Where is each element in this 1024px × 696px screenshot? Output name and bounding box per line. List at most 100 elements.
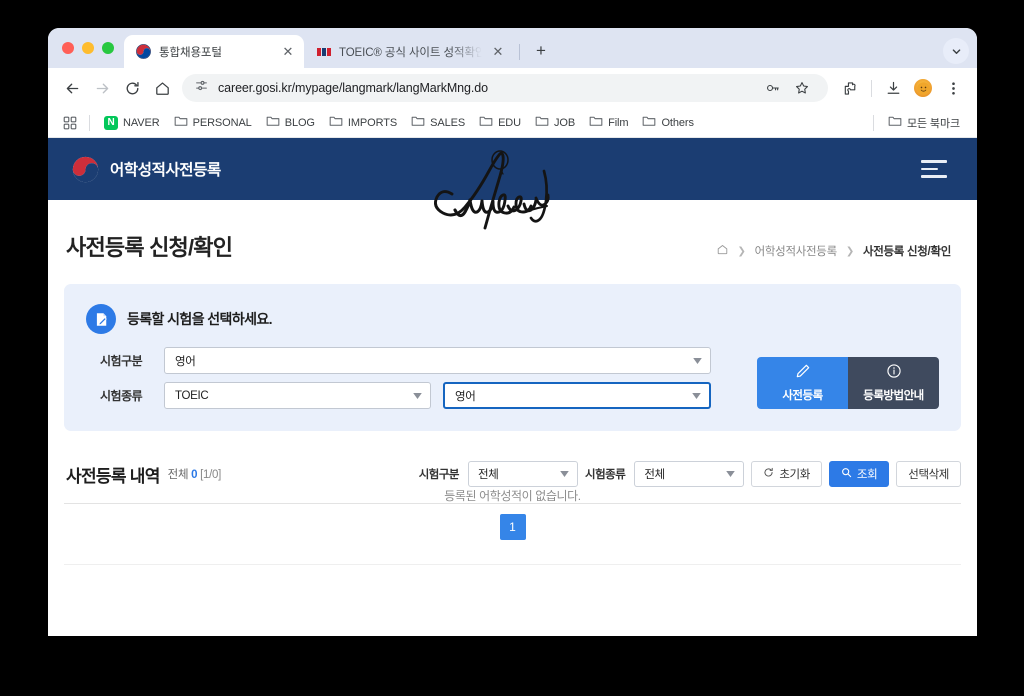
tab-divider — [519, 44, 520, 60]
registration-guide-button[interactable]: 등록방법안내 — [848, 357, 939, 409]
filter-exam-category-select[interactable]: 전체 — [468, 461, 579, 487]
bookmark-label: IMPORTS — [347, 116, 398, 129]
page-settings-icon[interactable] — [194, 78, 209, 98]
address-bar[interactable]: career.gosi.kr/mypage/langmark/langMarkM… — [182, 74, 828, 102]
filter-exam-category-value: 전체 — [478, 469, 499, 481]
all-bookmarks-label: 모든 북마크 — [906, 117, 960, 130]
bookmark-label: JOB — [554, 116, 576, 129]
filter-exam-type-select[interactable]: 전체 — [634, 461, 745, 487]
list-header: 사전등록 내역 전체 0 [1/0] 시험구분 전체 시험종류 전체 초기화 조… — [48, 431, 977, 487]
bookmark-others[interactable]: Others — [636, 112, 699, 133]
download-icon[interactable] — [879, 74, 907, 102]
folder-icon — [479, 115, 493, 130]
tab-strip: 통합채용포털 ✕ TOEIC® 공식 사이트 성적확인 성적 ✕ + — [48, 28, 977, 68]
bookmark-blog[interactable]: BLOG — [260, 112, 321, 133]
bookmark-label: Others — [661, 116, 694, 129]
page-title: 사전등록 신청/확인 — [66, 235, 233, 260]
bookmarks-divider-right — [872, 114, 874, 131]
puzzle-piece-icon[interactable] — [836, 74, 864, 102]
bookmark-label: SALES — [430, 116, 466, 129]
filter-exam-type: 시험종류 전체 — [585, 461, 745, 487]
three-dot-menu-icon[interactable] — [939, 74, 967, 102]
bookmark-sales[interactable]: SALES — [405, 112, 471, 133]
folder-icon — [589, 115, 603, 130]
reload-icon[interactable] — [118, 74, 146, 102]
search-button[interactable]: 조회 — [828, 461, 890, 487]
maximize-window-button[interactable] — [102, 42, 114, 54]
all-bookmarks-button[interactable]: 모든 북마크 — [882, 112, 966, 134]
exam-type-select[interactable]: TOEIC — [164, 382, 431, 409]
chevron-down-icon — [717, 471, 743, 477]
home-icon[interactable] — [716, 243, 729, 259]
bookmarks-bar: N NAVER PERSONAL BLOG IMPORTS SALES EDU … — [48, 108, 977, 138]
site-logo-text: 어학성적사전등록 — [110, 162, 221, 179]
chevron-down-icon — [551, 471, 577, 477]
browser-tab-2-title: TOEIC® 공식 사이트 성적확인 성적 — [339, 46, 482, 59]
address-bar-url: career.gosi.kr/mypage/langmark/langMarkM… — [218, 81, 488, 95]
exam-form-fields: 시험구분 영어 시험종류 TOEIC 영어 — [86, 347, 739, 409]
breadcrumb-item-1[interactable]: 어학성적사전등록 — [755, 243, 838, 259]
browser-tab-2[interactable]: TOEIC® 공식 사이트 성적확인 성적 ✕ — [304, 35, 514, 68]
card-heading-text: 등록할 시험을 선택하세요. — [127, 311, 273, 327]
pagination: 1 — [64, 514, 961, 540]
pre-register-button[interactable]: 사전등록 — [757, 357, 848, 409]
list-count: 전체 0 [1/0] — [167, 466, 222, 482]
home-icon[interactable] — [148, 74, 176, 102]
exam-form: 시험구분 영어 시험종류 TOEIC 영어 사전등록 등록방법안내 — [86, 347, 939, 409]
close-window-button[interactable] — [62, 42, 74, 54]
exam-language-select[interactable]: 영어 — [443, 382, 711, 409]
search-label: 조회 — [856, 469, 878, 481]
profile-avatar-icon[interactable] — [909, 74, 937, 102]
browser-tab-1-title: 통합채용포털 — [159, 46, 222, 59]
list-count-pages: [1/0] — [200, 469, 222, 481]
bookmark-job[interactable]: JOB — [529, 112, 581, 133]
bookmark-label: Film — [608, 116, 629, 129]
pagination-page-1[interactable]: 1 — [499, 514, 526, 540]
browser-tab-1[interactable]: 통합채용포털 ✕ — [124, 35, 304, 68]
bookmark-edu[interactable]: EDU — [473, 112, 527, 133]
hamburger-menu-icon[interactable] — [921, 156, 951, 182]
back-arrow-icon[interactable] — [58, 74, 86, 102]
info-circle-icon — [886, 363, 902, 382]
breadcrumb-separator-1: ❯ — [737, 245, 746, 257]
bookmark-label: EDU — [498, 116, 521, 129]
filter-exam-type-value: 전체 — [644, 469, 665, 481]
key-icon[interactable] — [759, 74, 787, 102]
card-action-buttons: 사전등록 등록방법안내 — [757, 357, 939, 409]
browser-window: 통합채용포털 ✕ TOEIC® 공식 사이트 성적확인 성적 ✕ + — [48, 28, 977, 636]
bookmark-naver[interactable]: N NAVER — [98, 113, 166, 133]
list-count-value: 0 — [191, 469, 198, 481]
close-tab-2-button[interactable]: ✕ — [490, 44, 506, 60]
chevron-down-icon — [404, 392, 430, 399]
site-logo[interactable]: 어학성적사전등록 — [72, 156, 221, 183]
list-title: 사전등록 내역 — [66, 466, 160, 486]
folder-icon — [888, 115, 902, 130]
exam-select-card: 등록할 시험을 선택하세요. 시험구분 영어 시험종류 TOEIC 영어 사전등… — [64, 284, 961, 431]
bookmark-label: PERSONAL — [192, 116, 252, 129]
breadcrumb-item-2: 사전등록 신청/확인 — [862, 246, 951, 258]
bookmark-personal[interactable]: PERSONAL — [168, 112, 258, 133]
close-tab-1-button[interactable]: ✕ — [280, 44, 296, 60]
bookmark-imports[interactable]: IMPORTS — [323, 112, 403, 133]
browser-toolbar: career.gosi.kr/mypage/langmark/langMarkM… — [48, 68, 977, 108]
page-title-row: 사전등록 신청/확인 ❯ 어학성적사전등록 ❯ 사전등록 신청/확인 — [48, 200, 977, 262]
exam-category-select[interactable]: 영어 — [164, 347, 711, 374]
delete-selected-button[interactable]: 선택삭제 — [896, 461, 961, 487]
breadcrumb-separator-2: ❯ — [845, 245, 854, 257]
forward-arrow-icon[interactable] — [88, 74, 116, 102]
toeic-icon — [316, 44, 331, 59]
minimize-window-button[interactable] — [82, 42, 94, 54]
bookmark-label: BLOG — [284, 116, 315, 129]
star-icon[interactable] — [788, 74, 816, 102]
reset-button[interactable]: 초기화 — [751, 461, 822, 487]
list-count-prefix: 전체 — [167, 469, 189, 481]
form-row-exam-type: 시험종류 TOEIC 영어 — [86, 382, 739, 409]
bookmark-film[interactable]: Film — [583, 112, 634, 133]
chevron-down-icon[interactable] — [943, 38, 969, 64]
naver-icon: N — [104, 115, 118, 130]
list-toolbar: 시험구분 전체 시험종류 전체 초기화 조회 선택삭제 — [419, 461, 961, 487]
exam-category-value: 영어 — [175, 355, 196, 368]
breadcrumb: ❯ 어학성적사전등록 ❯ 사전등록 신청/확인 — [716, 243, 951, 262]
new-tab-button[interactable]: + — [527, 37, 555, 65]
apps-grid-icon[interactable] — [59, 112, 81, 134]
